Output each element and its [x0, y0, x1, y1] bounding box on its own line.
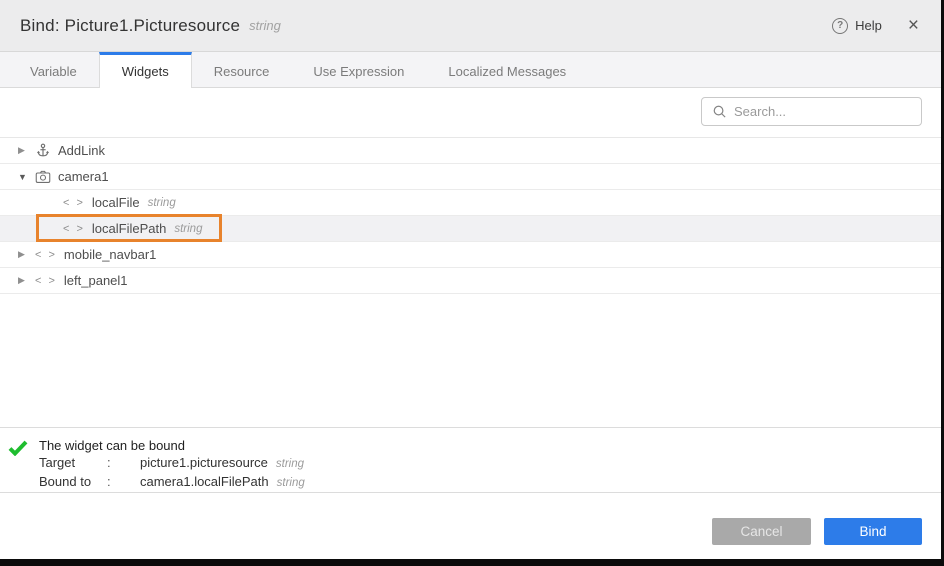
titlebar-actions: ? Help ×: [832, 14, 923, 37]
tab-localized-messages[interactable]: Localized Messages: [426, 52, 588, 87]
bind-status: The widget can be bound Target : picture…: [8, 437, 305, 492]
bind-dialog: Bind: Picture1.Picturesource string ? He…: [0, 0, 941, 559]
tab-use-expression[interactable]: Use Expression: [291, 52, 426, 87]
expander-collapsed-icon[interactable]: ▶: [18, 145, 35, 156]
type-tag: string: [148, 197, 176, 209]
tree-node-label: camera1: [58, 169, 109, 184]
status-value: picture1.picturesource string: [140, 454, 305, 473]
type-tag: string: [277, 477, 305, 489]
cancel-button[interactable]: Cancel: [712, 518, 811, 545]
check-icon: [8, 440, 28, 456]
status-text: The widget can be bound Target : picture…: [39, 437, 305, 492]
screen: Bind: Picture1.Picturesource string ? He…: [0, 0, 944, 566]
status-label: Bound to: [39, 473, 107, 492]
close-icon[interactable]: ×: [904, 14, 923, 37]
bind-button[interactable]: Bind: [824, 518, 922, 545]
status-value-text: picture1.picturesource: [140, 455, 268, 470]
expander-expanded-icon[interactable]: ▼: [18, 172, 35, 182]
tree-node-label: left_panel1: [64, 273, 128, 288]
divider: [0, 427, 941, 428]
type-tag: string: [276, 458, 304, 470]
help-button[interactable]: ? Help: [832, 18, 882, 34]
tab-widgets[interactable]: Widgets: [99, 52, 192, 88]
dialog-title: Bind: Picture1.Picturesource: [20, 16, 240, 36]
tree-row-localfilepath[interactable]: < > localFilePath string: [0, 216, 941, 242]
tab-variable[interactable]: Variable: [8, 52, 99, 87]
tree-row-left-panel1[interactable]: ▶ < > left_panel1: [0, 268, 941, 294]
divider: [0, 492, 941, 493]
status-target-row: Target : picture1.picturesource string: [39, 454, 305, 473]
tree-row-localfile[interactable]: < > localFile string: [0, 190, 941, 216]
status-boundto-row: Bound to : camera1.localFilePath string: [39, 473, 305, 492]
status-label: Target: [39, 454, 107, 473]
tree-row-mobile-navbar1[interactable]: ▶ < > mobile_navbar1: [0, 242, 941, 268]
search-box[interactable]: [701, 97, 922, 126]
type-tag: string: [174, 223, 202, 235]
status-value-text: camera1.localFilePath: [140, 474, 269, 489]
dialog-titlebar: Bind: Picture1.Picturesource string ? He…: [0, 0, 941, 52]
help-label: Help: [855, 18, 882, 33]
tab-bar: Variable Widgets Resource Use Expression…: [0, 52, 941, 88]
tree-node-label: localFile: [92, 195, 140, 210]
tab-resource[interactable]: Resource: [192, 52, 292, 87]
status-separator: :: [107, 454, 140, 473]
tree-row-addlink[interactable]: ▶ AddLink: [0, 138, 941, 164]
search-icon: [712, 104, 727, 119]
camera-icon: [35, 169, 51, 185]
dialog-title-type: string: [249, 18, 281, 33]
help-icon: ?: [832, 18, 848, 34]
anchor-icon: [35, 143, 51, 159]
tree-node-label: AddLink: [58, 143, 105, 158]
tree-node-label: localFilePath: [92, 221, 166, 236]
status-value: camera1.localFilePath string: [140, 473, 305, 492]
status-separator: :: [107, 473, 140, 492]
tree-row-camera1[interactable]: ▼ camera1: [0, 164, 941, 190]
property-icon: < >: [63, 223, 85, 235]
status-message: The widget can be bound: [39, 437, 305, 454]
property-icon: < >: [35, 249, 57, 261]
property-icon: < >: [63, 197, 85, 209]
tree-node-label: mobile_navbar1: [64, 247, 157, 262]
search-input[interactable]: [734, 104, 913, 119]
expander-collapsed-icon[interactable]: ▶: [18, 275, 35, 286]
property-icon: < >: [35, 275, 57, 287]
expander-collapsed-icon[interactable]: ▶: [18, 249, 35, 260]
widget-tree: ▶ AddLink ▼: [0, 137, 941, 294]
